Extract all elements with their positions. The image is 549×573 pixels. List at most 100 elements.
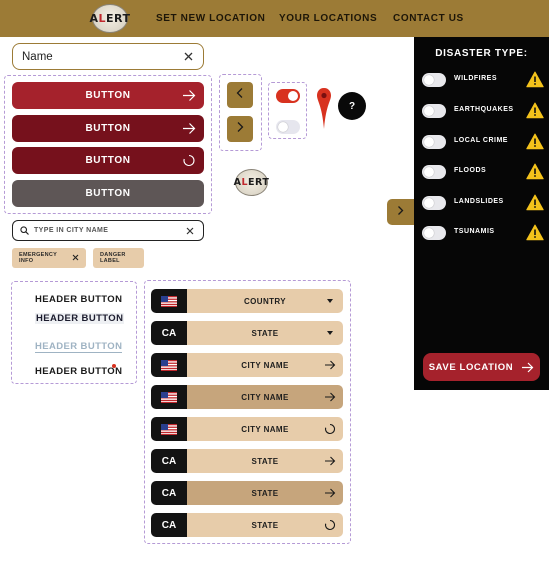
us-flag-icon (151, 289, 187, 313)
toggle-switch-on[interactable] (276, 89, 300, 103)
location-row[interactable]: CITY NAME (151, 353, 343, 377)
toggle-knob (424, 137, 434, 147)
header-button-notify[interactable]: HEADER BUTTON (35, 366, 122, 377)
alert-logo-text: ALERT (233, 177, 270, 188)
save-location-label: SAVE LOCATION (428, 361, 514, 373)
warning-icon (526, 163, 544, 180)
location-row-label: COUNTRY (243, 296, 287, 306)
map-pin-icon[interactable] (316, 88, 332, 130)
alert-logo-small: ALERT (233, 169, 270, 196)
spinner-icon (182, 154, 196, 167)
next-button[interactable] (227, 116, 253, 142)
state-code: CA (151, 513, 187, 537)
warning-icon (526, 194, 544, 211)
location-row[interactable]: CA STATE (151, 449, 343, 473)
arrow-right-icon (324, 487, 336, 499)
disaster-type-row: FLOODS (422, 163, 544, 181)
location-row[interactable]: CITY NAME (151, 417, 343, 441)
warning-icon (526, 71, 544, 88)
header-button-hover[interactable]: HEADER BUTTON (35, 313, 125, 324)
disaster-toggle[interactable] (422, 196, 446, 210)
toggle-knob (424, 167, 434, 177)
emergency-info-chip[interactable]: EMERGENCY INFO (12, 248, 86, 268)
disaster-toggle[interactable] (422, 226, 446, 240)
state-code: CA (151, 481, 187, 505)
name-field-value[interactable]: Name (22, 51, 182, 63)
expand-sidebar-button[interactable] (387, 199, 414, 225)
location-row-body[interactable]: STATE (187, 449, 343, 473)
chip-label: EMERGENCY INFO (19, 252, 58, 264)
disaster-type-label: EARTHQUAKES (454, 106, 514, 113)
header-button-active[interactable]: HEADER BUTTON (35, 341, 123, 353)
location-row[interactable]: CA STATE (151, 481, 343, 505)
primary-button[interactable]: BUTTON (12, 82, 204, 109)
disaster-type-sidebar: DISASTER TYPE: WILDFIRES EARTHQUAKES LOCAL… (414, 37, 549, 390)
nav-your-locations[interactable]: YOUR LOCATIONS (279, 0, 377, 37)
header-button[interactable]: HEADER BUTTON (35, 294, 122, 305)
location-row-label: CITY NAME (241, 424, 289, 434)
location-row-body[interactable]: CITY NAME (187, 417, 343, 441)
disaster-toggle[interactable] (422, 135, 446, 149)
disaster-toggle[interactable] (422, 73, 446, 87)
disaster-type-label: FLOODS (454, 167, 487, 174)
nav-set-new-location[interactable]: SET NEW LOCATION (156, 0, 265, 37)
notification-dot (112, 364, 116, 368)
toggle-knob (424, 198, 434, 208)
chip-label: DANGER LABEL (100, 252, 126, 264)
primary-button-loading[interactable]: BUTTON (12, 147, 204, 174)
primary-button-disabled[interactable]: BUTTON (12, 180, 204, 207)
location-row[interactable]: COUNTRY (151, 289, 343, 313)
disaster-type-label: LOCAL CRIME (454, 137, 508, 144)
clear-icon[interactable] (184, 225, 196, 237)
arrow-right-icon (182, 122, 196, 135)
city-search-placeholder[interactable]: TYPE IN CITY NAME (34, 227, 184, 234)
location-row-body[interactable]: CITY NAME (187, 385, 343, 409)
location-row[interactable]: CA STATE (151, 513, 343, 537)
close-icon[interactable] (72, 254, 79, 263)
name-field[interactable]: Name (12, 43, 204, 70)
search-icon (20, 222, 29, 240)
chevron-right-icon (396, 203, 405, 221)
caret-down-icon (324, 295, 336, 307)
spinner-icon (324, 423, 336, 435)
location-row-body[interactable]: STATE (187, 321, 343, 345)
chevron-left-icon (235, 86, 245, 104)
disaster-toggle[interactable] (422, 165, 446, 179)
location-row-body[interactable]: CITY NAME (187, 353, 343, 377)
alert-logo-text: ALERT (89, 12, 131, 25)
clear-icon[interactable] (182, 51, 194, 63)
arrow-right-icon (521, 362, 534, 373)
button-label: BUTTON (85, 155, 131, 166)
previous-button[interactable] (227, 82, 253, 108)
help-button[interactable]: ? (338, 92, 366, 120)
save-location-button[interactable]: SAVE LOCATION (423, 353, 540, 381)
question-mark-icon: ? (348, 100, 356, 112)
disaster-type-label: WILDFIRES (454, 75, 497, 82)
location-row[interactable]: CITY NAME (151, 385, 343, 409)
location-row-body[interactable]: STATE (187, 513, 343, 537)
disaster-toggle[interactable] (422, 104, 446, 118)
toggle-switch-off[interactable] (276, 120, 300, 134)
disaster-type-row: LANDSLIDES (422, 194, 544, 212)
spinner-icon (324, 519, 336, 531)
city-search-input[interactable]: TYPE IN CITY NAME (12, 220, 204, 241)
nav-contact-us[interactable]: CONTACT US (393, 0, 464, 37)
toggle-knob (288, 91, 298, 101)
toggle-knob (424, 228, 434, 238)
us-flag-icon (151, 385, 187, 409)
danger-label-chip: DANGER LABEL (93, 248, 144, 268)
location-row-label: STATE (251, 328, 279, 338)
caret-down-icon (324, 327, 336, 339)
location-row-label: CITY NAME (241, 392, 289, 402)
location-row[interactable]: CA STATE (151, 321, 343, 345)
disaster-type-label: TSUNAMIS (454, 228, 495, 235)
disaster-type-row: WILDFIRES (422, 71, 544, 89)
warning-icon (526, 102, 544, 119)
primary-button-pressed[interactable]: BUTTON (12, 115, 204, 142)
disaster-type-row: LOCAL CRIME (422, 133, 544, 151)
location-row-body[interactable]: STATE (187, 481, 343, 505)
us-flag-icon (151, 417, 187, 441)
arrow-right-icon (324, 359, 336, 371)
location-row-body[interactable]: COUNTRY (187, 289, 343, 313)
alert-logo[interactable]: ALERT (89, 4, 131, 33)
